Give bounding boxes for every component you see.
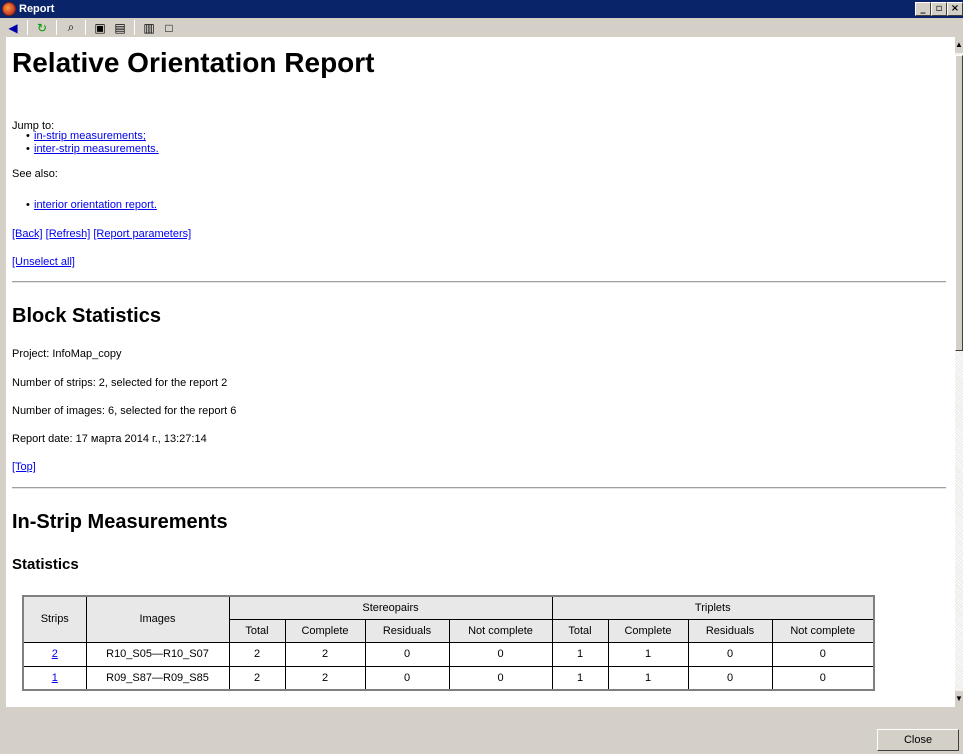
back-arrow-icon[interactable]: ◀ [4, 19, 22, 36]
table-row: 1 R09_S87—R09_S85 2 2 0 0 1 1 0 0 [22, 665, 875, 691]
export-icon[interactable]: ▤ [111, 19, 129, 36]
triplets-header: Triplets [551, 595, 875, 620]
refresh-link[interactable]: [Refresh] [46, 228, 91, 240]
unselect-all-link[interactable]: [Unselect all] [12, 256, 75, 268]
images-cell: R09_S87—R09_S85 [85, 665, 230, 691]
in-strip-link[interactable]: in-strip measurements; [26, 130, 146, 142]
toolbar: ◀ ↻ ⌕ ▣ ▤ ▥ □ [0, 18, 963, 37]
toolbar-separator [85, 20, 86, 35]
strip-count: Number of strips: 2, selected for the re… [12, 377, 228, 389]
value-cell: 0 [771, 641, 875, 667]
section-divider [12, 281, 946, 283]
save-icon[interactable]: ▣ [91, 19, 109, 36]
value-cell: 1 [607, 665, 689, 691]
triplet-not-complete-header: Not complete [771, 618, 875, 643]
value-cell: 0 [771, 665, 875, 691]
strip-link[interactable]: 2 [52, 648, 58, 660]
triplet-total-header: Total [551, 618, 609, 643]
value-cell: 0 [364, 665, 450, 691]
images-cell: R10_S05—R10_S07 [85, 641, 230, 667]
strip-link[interactable]: 1 [52, 672, 58, 684]
stereo-total-header: Total [228, 618, 286, 643]
toolbar-separator [27, 20, 28, 35]
report-content[interactable]: Relative Orientation Report Jump to: in-… [6, 37, 955, 707]
in-strip-heading: In-Strip Measurements [12, 511, 228, 533]
triplet-complete-header: Complete [607, 618, 689, 643]
value-cell: 2 [228, 641, 286, 667]
report-parameters-link[interactable]: [Report parameters] [93, 228, 191, 240]
close-button[interactable]: Close [877, 729, 959, 751]
window-title: Report [19, 3, 55, 15]
interior-orientation-link[interactable]: interior orientation report. [26, 199, 157, 211]
vertical-scrollbar[interactable]: ▲ ▼ [955, 37, 963, 707]
minimize-button[interactable]: _ [915, 2, 931, 16]
strips-header: Strips [22, 595, 87, 643]
inter-strip-link[interactable]: inter-strip measurements. [26, 143, 159, 155]
value-cell: 2 [228, 665, 286, 691]
print-preview-icon[interactable]: □ [160, 19, 178, 36]
value-cell: 0 [448, 641, 553, 667]
stereo-complete-header: Complete [284, 618, 366, 643]
value-cell: 1 [607, 641, 689, 667]
window-controls: _ ▫ × [915, 2, 963, 16]
top-link[interactable]: [Top] [12, 461, 36, 473]
bottom-panel: Close [0, 707, 963, 754]
triplet-residuals-header: Residuals [687, 618, 773, 643]
value-cell: 1 [551, 665, 609, 691]
value-cell: 1 [551, 641, 609, 667]
toolbar-separator [134, 20, 135, 35]
value-cell: 2 [284, 665, 366, 691]
value-cell: 0 [687, 665, 773, 691]
toolbar-separator [56, 20, 57, 35]
stereo-not-complete-header: Not complete [448, 618, 553, 643]
scroll-down-icon[interactable]: ▼ [955, 691, 963, 707]
section-divider [12, 487, 946, 489]
report-title: Relative Orientation Report [12, 47, 375, 78]
scroll-up-icon[interactable]: ▲ [955, 37, 963, 53]
restore-button[interactable]: ▫ [931, 2, 947, 16]
value-cell: 0 [364, 641, 450, 667]
project-info: Project: InfoMap_copy [12, 348, 122, 360]
title-bar[interactable]: Report _ ▫ × [0, 0, 963, 18]
app-icon [2, 2, 16, 16]
refresh-icon[interactable]: ↻ [33, 19, 51, 36]
value-cell: 0 [448, 665, 553, 691]
report-date: Report date: 17 марта 2014 г., 13:27:14 [12, 433, 207, 445]
table-row: 2 R10_S05—R10_S07 2 2 0 0 1 1 0 0 [22, 641, 875, 667]
print-icon[interactable]: ▥ [140, 19, 158, 36]
back-link[interactable]: [Back] [12, 228, 43, 240]
image-count: Number of images: 6, selected for the re… [12, 405, 237, 417]
block-statistics-heading: Block Statistics [12, 305, 161, 327]
find-icon[interactable]: ⌕ [62, 19, 80, 36]
see-also-label: See also: [12, 168, 58, 180]
stereopairs-header: Stereopairs [228, 595, 553, 620]
images-header: Images [85, 595, 230, 643]
value-cell: 2 [284, 641, 366, 667]
statistics-heading: Statistics [12, 556, 79, 573]
report-window: Report _ ▫ × ◀ ↻ ⌕ ▣ ▤ ▥ □ Relative Orie… [0, 0, 963, 754]
scroll-thumb[interactable] [955, 55, 963, 351]
close-window-button[interactable]: × [947, 2, 963, 16]
stereo-residuals-header: Residuals [364, 618, 450, 643]
nav-links: [Back] [Refresh] [Report parameters] [12, 228, 191, 240]
in-strip-statistics-table: Strips Images Stereopairs Triplets Total… [22, 595, 875, 691]
value-cell: 0 [687, 641, 773, 667]
